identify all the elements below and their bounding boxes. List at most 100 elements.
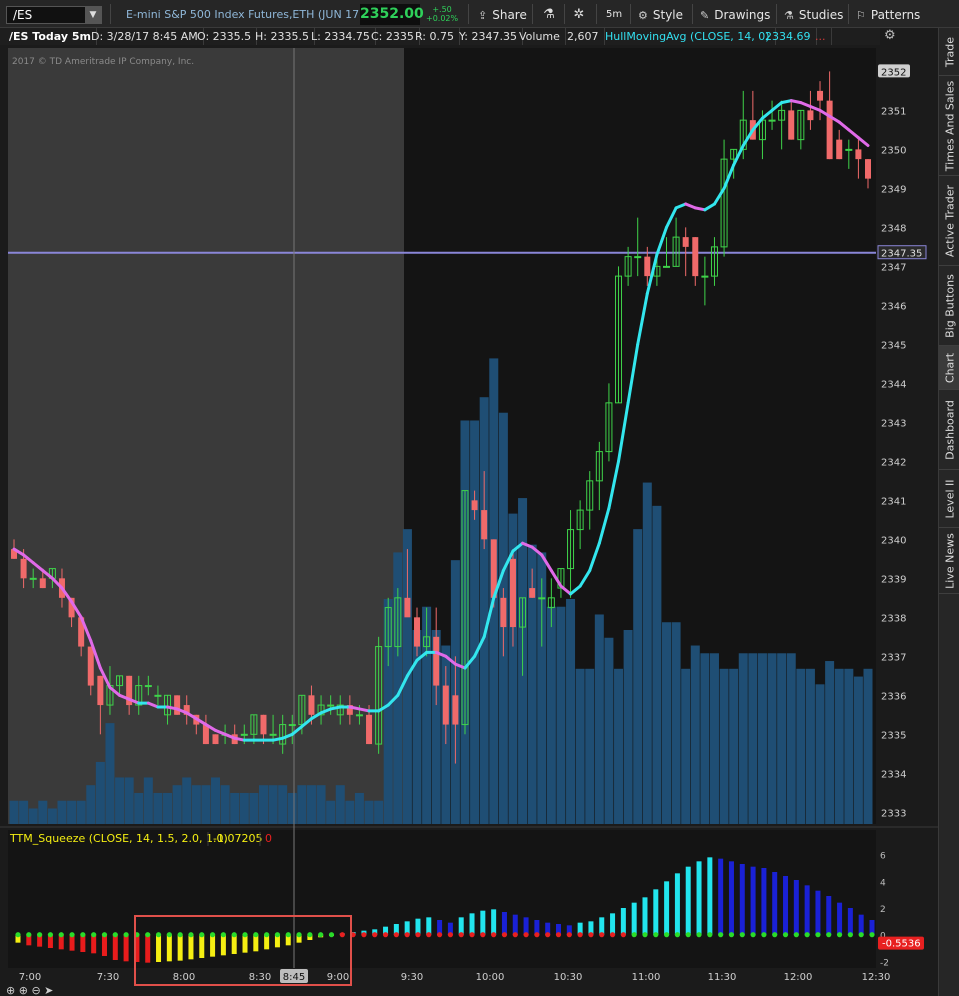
squeeze-tick-label: 2 <box>880 905 886 915</box>
candle-body <box>260 714 267 735</box>
volume-bar <box>115 777 125 824</box>
cursor-icon[interactable]: ➤ <box>44 984 53 996</box>
volume-bar <box>163 792 173 824</box>
squeeze-bar <box>458 917 464 935</box>
squeeze-dot <box>696 932 702 938</box>
price-chart[interactable]: 2017 © TD Ameritrade IP Company, Inc. 233… <box>0 0 938 996</box>
squeeze-dot <box>264 932 270 938</box>
price-tick-label: 2350 <box>881 145 906 156</box>
squeeze-bar <box>750 866 756 935</box>
volume-bar <box>354 792 364 824</box>
volume-bar <box>786 653 796 824</box>
squeeze-bar <box>491 909 497 935</box>
price-tick-label: 2334 <box>881 769 906 780</box>
squeeze-dot <box>101 932 108 938</box>
squeeze-bar <box>837 902 843 935</box>
candle-body <box>644 256 651 277</box>
squeeze-dot <box>782 932 789 938</box>
volume-bar <box>211 777 221 824</box>
squeeze-bar <box>815 890 821 935</box>
squeeze-bar <box>826 896 832 935</box>
price-badge-top: 2352 <box>881 67 906 78</box>
candle-body <box>692 237 699 277</box>
squeeze-dot <box>123 932 129 938</box>
time-tick-label: 11:00 <box>632 972 661 983</box>
squeeze-bar <box>145 934 151 963</box>
tab-chart[interactable]: Chart <box>939 346 959 390</box>
squeeze-dot <box>739 932 745 938</box>
time-tick-label: 12:00 <box>784 972 813 983</box>
volume-bar <box>19 800 29 824</box>
squeeze-bar <box>772 872 778 935</box>
tab-active-trader[interactable]: Active Trader <box>939 176 959 266</box>
squeeze-dot <box>415 932 421 938</box>
volume-bar <box>374 800 384 824</box>
volume-bar <box>470 420 480 824</box>
volume-bar <box>815 684 825 824</box>
price-tick-label: 2340 <box>881 535 906 546</box>
tab-label: Big Buttons <box>943 273 956 338</box>
price-tick-label: 2343 <box>881 418 906 429</box>
zoom-controls[interactable]: ⊕ ⊕ ⊖ ➤ <box>6 984 53 996</box>
squeeze-bar <box>112 934 118 960</box>
candle-body <box>308 695 315 715</box>
volume-bar <box>546 606 556 824</box>
volume-bar <box>268 785 278 824</box>
tab-label: Dashboard <box>943 399 956 460</box>
volume-bar <box>575 668 585 824</box>
squeeze-dot <box>750 932 756 938</box>
candle-body <box>836 139 843 160</box>
volume-bar <box>805 668 815 824</box>
tab-live-news[interactable]: Live News <box>939 528 959 594</box>
squeeze-dot <box>642 932 648 938</box>
candle-body <box>433 636 440 686</box>
squeeze-bar <box>793 880 799 935</box>
squeeze-bar <box>761 868 767 935</box>
squeeze-bar <box>599 917 605 935</box>
tab-level-ii[interactable]: Level II <box>939 470 959 528</box>
volume-bar <box>9 800 19 824</box>
zoom-in-icon[interactable]: ⊕ <box>19 984 28 996</box>
candle-body <box>144 685 152 688</box>
squeeze-dot <box>728 932 735 938</box>
squeeze-dot <box>285 932 291 938</box>
tab-trade[interactable]: Trade <box>939 28 959 76</box>
squeeze-dot <box>631 932 637 938</box>
tab-times-and-sales[interactable]: Times And Sales <box>939 76 959 176</box>
tab-big-buttons[interactable]: Big Buttons <box>939 266 959 346</box>
right-sidebar: Trade Times And Sales Active Trader Big … <box>938 28 959 996</box>
squeeze-bar <box>523 917 529 935</box>
squeeze-bar <box>469 913 475 935</box>
zoom-out-icon[interactable]: ⊖ <box>31 984 40 996</box>
volume-bar <box>633 529 643 824</box>
squeeze-dot <box>80 932 86 938</box>
squeeze-dot <box>674 932 681 938</box>
squeeze-dot <box>836 932 843 938</box>
candle-body <box>865 159 871 179</box>
squeeze-dot <box>523 932 529 938</box>
volume-bar <box>479 397 489 824</box>
squeeze-dot <box>58 932 64 938</box>
squeeze-dot <box>231 932 237 938</box>
squeeze-dot <box>609 932 616 938</box>
squeeze-dot <box>804 932 810 938</box>
pan-icon[interactable]: ⊕ <box>6 984 15 996</box>
squeeze-bar <box>631 902 637 935</box>
squeeze-tick-label: -2 <box>880 958 889 968</box>
candle-body <box>845 148 853 151</box>
squeeze-dot <box>91 932 97 938</box>
tab-dashboard[interactable]: Dashboard <box>939 390 959 470</box>
squeeze-bar <box>707 857 713 935</box>
volume-bar <box>220 785 230 824</box>
squeeze-dot <box>793 932 799 938</box>
squeeze-bar <box>480 910 486 935</box>
candle-body <box>855 149 862 160</box>
squeeze-extra: 0 <box>265 832 272 845</box>
squeeze-dot <box>458 932 464 938</box>
squeeze-bar <box>620 908 626 935</box>
volume-bar <box>671 622 681 824</box>
price-tick-label: 2344 <box>881 379 906 390</box>
volume-bar <box>191 785 201 824</box>
candle-body <box>807 110 814 121</box>
price-tick-label: 2348 <box>881 223 906 234</box>
